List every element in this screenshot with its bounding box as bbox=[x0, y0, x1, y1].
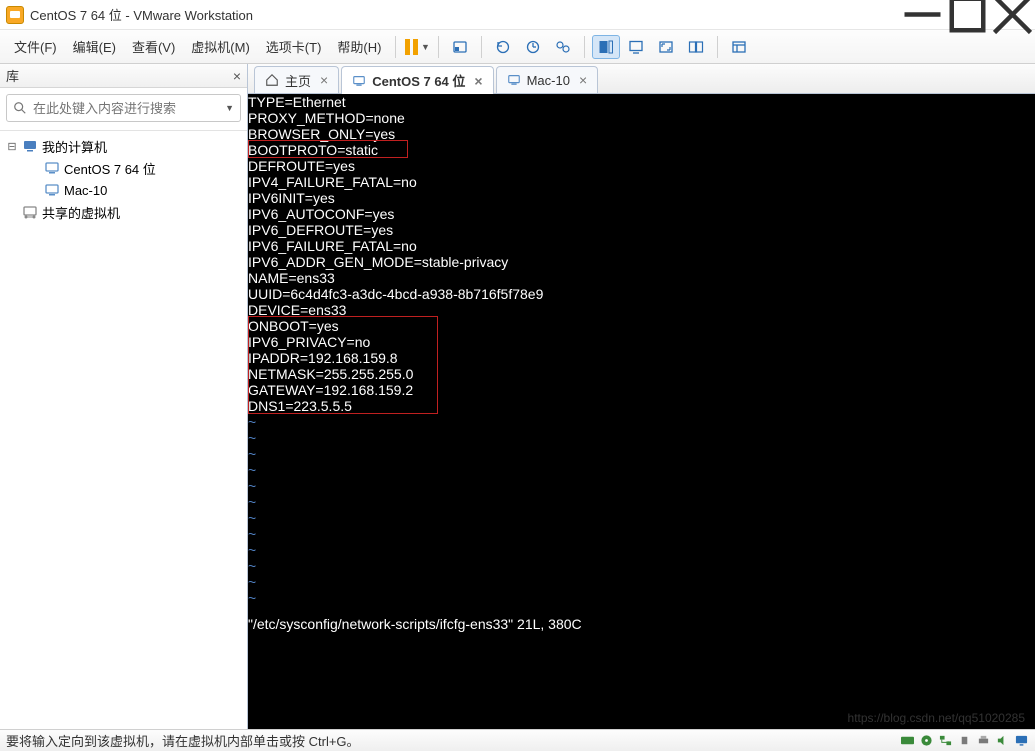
vm-icon bbox=[44, 160, 60, 176]
fullscreen-button[interactable] bbox=[652, 35, 680, 59]
vi-tilde-line: ~ bbox=[248, 462, 1035, 478]
computer-icon bbox=[22, 138, 38, 154]
terminal-line: DEFROUTE=yes bbox=[248, 158, 1035, 174]
vi-tilde-line: ~ bbox=[248, 542, 1035, 558]
terminal-line: IPV6_ADDR_GEN_MODE=stable-privacy bbox=[248, 254, 1035, 270]
terminal-line: UUID=6c4d4fc3-a3dc-4bcd-a938-8b716f5f78e… bbox=[248, 286, 1035, 302]
tab-mac10[interactable]: Mac-10 × bbox=[496, 66, 599, 93]
menu-file[interactable]: 文件(F) bbox=[6, 33, 65, 60]
menu-tabs[interactable]: 选项卡(T) bbox=[258, 33, 330, 60]
library-search-input[interactable] bbox=[33, 101, 221, 116]
terminal-line: IPV6_PRIVACY=no bbox=[248, 334, 1035, 350]
vi-tilde-line: ~ bbox=[248, 558, 1035, 574]
terminal-line: IPV6_FAILURE_FATAL=no bbox=[248, 238, 1035, 254]
terminal-line: IPV6_AUTOCONF=yes bbox=[248, 206, 1035, 222]
vi-tilde-line: ~ bbox=[248, 590, 1035, 606]
terminal-line: NAME=ens33 bbox=[248, 270, 1035, 286]
device-tray bbox=[900, 734, 1029, 747]
tree-node-mac10[interactable]: Mac-10 bbox=[2, 179, 245, 201]
sound-icon[interactable] bbox=[995, 734, 1010, 747]
snapshot-revert-button[interactable] bbox=[489, 35, 517, 59]
usb-icon[interactable] bbox=[957, 734, 972, 747]
vi-tilde-line: ~ bbox=[248, 494, 1035, 510]
vi-tilde-line: ~ bbox=[248, 430, 1035, 446]
terminal-line: ONBOOT=yes bbox=[248, 318, 1035, 334]
terminal-line: GATEWAY=192.168.159.2 bbox=[248, 382, 1035, 398]
disk-icon[interactable] bbox=[900, 734, 915, 747]
library-button[interactable] bbox=[725, 35, 753, 59]
statusbar-hint: 要将输入定向到该虚拟机，请在虚拟机内部单击或按 Ctrl+G。 bbox=[6, 731, 360, 750]
vi-tilde-line: ~ bbox=[248, 510, 1035, 526]
tree-node-shared-vms[interactable]: 共享的虚拟机 bbox=[2, 201, 245, 223]
library-sidebar: 库 × ▼ ⊟ 我的计算机 CentOS 7 64 位 Mac-10 bbox=[0, 64, 248, 729]
terminal-line: IPV6INIT=yes bbox=[248, 190, 1035, 206]
terminal-line: BOOTPROTO=static bbox=[248, 142, 1035, 158]
tree-node-my-computer[interactable]: ⊟ 我的计算机 bbox=[2, 135, 245, 157]
shared-vm-icon bbox=[22, 204, 38, 220]
vi-tilde-line: ~ bbox=[248, 446, 1035, 462]
terminal-line: DNS1=223.5.5.5 bbox=[248, 398, 1035, 414]
terminal-line: DEVICE=ens33 bbox=[248, 302, 1035, 318]
printer-icon[interactable] bbox=[976, 734, 991, 747]
menu-edit[interactable]: 编辑(E) bbox=[65, 33, 124, 60]
vm-icon bbox=[507, 73, 521, 87]
display-icon[interactable] bbox=[1014, 734, 1029, 747]
statusbar: 要将输入定向到该虚拟机，请在虚拟机内部单击或按 Ctrl+G。 bbox=[0, 729, 1035, 751]
pause-vm-button[interactable]: ▼ bbox=[403, 35, 431, 59]
network-icon[interactable] bbox=[938, 734, 953, 747]
home-icon bbox=[265, 73, 279, 87]
unity-button[interactable] bbox=[682, 35, 710, 59]
tab-home-close[interactable]: × bbox=[320, 72, 328, 88]
menu-help[interactable]: 帮助(H) bbox=[329, 33, 389, 60]
snapshot-manager-button[interactable] bbox=[549, 35, 577, 59]
vm-icon bbox=[44, 182, 60, 198]
window-title: CentOS 7 64 位 - VMware Workstation bbox=[30, 5, 900, 24]
terminal-line: BROWSER_ONLY=yes bbox=[248, 126, 1035, 142]
content-area: 主页 × CentOS 7 64 位 × Mac-10 × TYPE=Ether… bbox=[248, 64, 1035, 729]
vi-tilde-line: ~ bbox=[248, 414, 1035, 430]
menu-vm[interactable]: 虚拟机(M) bbox=[183, 33, 258, 60]
vi-status-line: "/etc/sysconfig/network-scripts/ifcfg-en… bbox=[248, 616, 1035, 632]
terminal-view[interactable]: TYPE=EthernetPROXY_METHOD=noneBROWSER_ON… bbox=[248, 94, 1035, 729]
vi-tilde-line: ~ bbox=[248, 574, 1035, 590]
search-dropdown-icon[interactable]: ▼ bbox=[225, 103, 234, 113]
terminal-line: IPADDR=192.168.159.8 bbox=[248, 350, 1035, 366]
snapshot-manage-button[interactable] bbox=[519, 35, 547, 59]
tree-node-centos[interactable]: CentOS 7 64 位 bbox=[2, 157, 245, 179]
library-header: 库 × bbox=[0, 64, 247, 88]
cd-icon[interactable] bbox=[919, 734, 934, 747]
tab-centos-close[interactable]: × bbox=[474, 73, 482, 89]
menu-view[interactable]: 查看(V) bbox=[124, 33, 183, 60]
terminal-line: TYPE=Ethernet bbox=[248, 94, 1035, 110]
window-close-button[interactable] bbox=[990, 0, 1035, 30]
vm-icon bbox=[352, 74, 366, 88]
tab-bar: 主页 × CentOS 7 64 位 × Mac-10 × bbox=[248, 64, 1035, 94]
terminal-line: NETMASK=255.255.255.0 bbox=[248, 366, 1035, 382]
console-view-button[interactable] bbox=[622, 35, 650, 59]
terminal-line: IPV4_FAILURE_FATAL=no bbox=[248, 174, 1035, 190]
library-title: 库 bbox=[6, 66, 19, 85]
maximize-button[interactable] bbox=[945, 0, 990, 30]
library-close-button[interactable]: × bbox=[233, 68, 241, 84]
menubar: 文件(F) 编辑(E) 查看(V) 虚拟机(M) 选项卡(T) 帮助(H) ▼ bbox=[0, 30, 1035, 64]
tab-centos[interactable]: CentOS 7 64 位 × bbox=[341, 66, 493, 94]
snapshot-take-button[interactable] bbox=[446, 35, 474, 59]
tab-home[interactable]: 主页 × bbox=[254, 66, 339, 93]
vmware-app-icon bbox=[6, 6, 24, 24]
minimize-button[interactable] bbox=[900, 0, 945, 30]
terminal-line: IPV6_DEFROUTE=yes bbox=[248, 222, 1035, 238]
search-icon bbox=[13, 101, 27, 115]
terminal-line: PROXY_METHOD=none bbox=[248, 110, 1035, 126]
library-search[interactable]: ▼ bbox=[6, 94, 241, 122]
vi-tilde-line: ~ bbox=[248, 526, 1035, 542]
thumbnail-view-button[interactable] bbox=[592, 35, 620, 59]
tab-mac-close[interactable]: × bbox=[579, 72, 587, 88]
vi-tilde-line: ~ bbox=[248, 478, 1035, 494]
titlebar: CentOS 7 64 位 - VMware Workstation bbox=[0, 0, 1035, 30]
library-tree: ⊟ 我的计算机 CentOS 7 64 位 Mac-10 共享的虚拟机 bbox=[0, 130, 247, 729]
